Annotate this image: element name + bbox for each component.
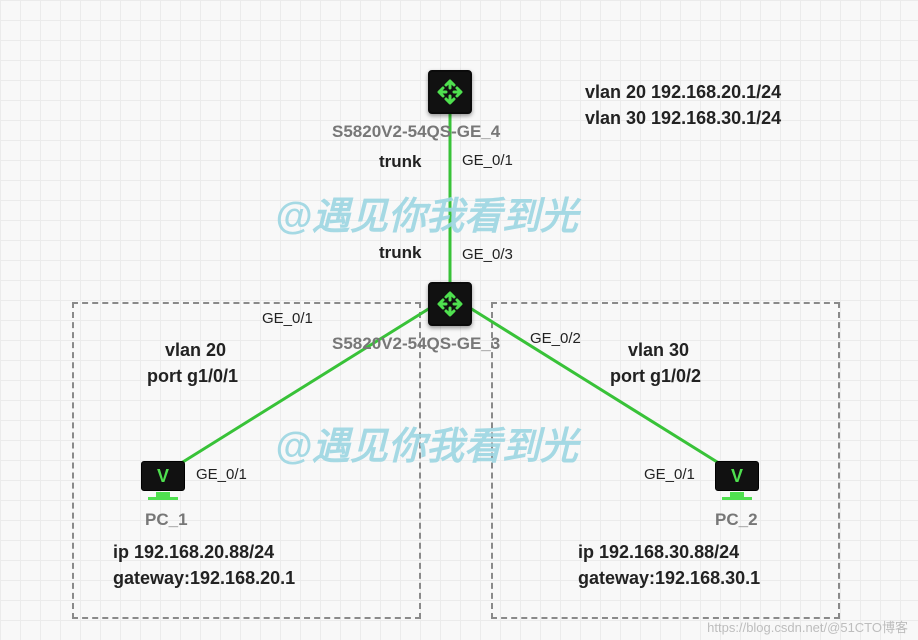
switch-arrows-icon <box>434 76 466 108</box>
port-bot-up: GE_0/3 <box>462 246 513 263</box>
port-top-out: GE_0/1 <box>462 152 513 169</box>
vlan20-iface-label: vlan 20 192.168.20.1/24 <box>585 82 781 103</box>
switch-bot-label: S5820V2-54QS-GE_3 <box>332 334 500 354</box>
switch-top-icon <box>428 70 472 114</box>
trunk-label-top: trunk <box>379 152 422 172</box>
right-group-line2: port g1/0/2 <box>610 366 701 387</box>
link-sw3-pc2 <box>470 308 730 470</box>
pc1-gw-label: gateway:192.168.20.1 <box>113 568 295 589</box>
pc2-ip-label: ip 192.168.30.88/24 <box>578 542 739 563</box>
link-sw3-pc1 <box>170 308 430 470</box>
right-group-line1: vlan 30 <box>628 340 689 361</box>
switch-arrows-icon <box>434 288 466 320</box>
left-group-line1: vlan 20 <box>165 340 226 361</box>
pc2-label: PC_2 <box>715 510 758 530</box>
left-group-line2: port g1/0/1 <box>147 366 238 387</box>
vlan30-iface-label: vlan 30 192.168.30.1/24 <box>585 108 781 129</box>
pc2-port-label: GE_0/1 <box>644 466 695 483</box>
topology-canvas: @遇见你我看到光 @遇见你我看到光 S5820V2-54QS-GE_4 vlan… <box>0 0 918 640</box>
pc2-icon: V <box>715 461 759 501</box>
pc1-port-label: GE_0/1 <box>196 466 247 483</box>
pc-base <box>722 497 752 500</box>
port-bot-left: GE_0/1 <box>262 310 313 327</box>
monitor-icon: V <box>715 461 759 491</box>
monitor-icon: V <box>141 461 185 491</box>
trunk-label-bot: trunk <box>379 243 422 263</box>
pc2-gw-label: gateway:192.168.30.1 <box>578 568 760 589</box>
pc1-label: PC_1 <box>145 510 188 530</box>
pc1-ip-label: ip 192.168.20.88/24 <box>113 542 274 563</box>
switch-bot-icon <box>428 282 472 326</box>
switch-top-label: S5820V2-54QS-GE_4 <box>332 122 500 142</box>
footer-watermark: https://blog.csdn.net/@51CTO博客 <box>707 617 908 636</box>
port-bot-right: GE_0/2 <box>530 330 581 347</box>
pc1-icon: V <box>141 461 185 501</box>
pc-base <box>148 497 178 500</box>
